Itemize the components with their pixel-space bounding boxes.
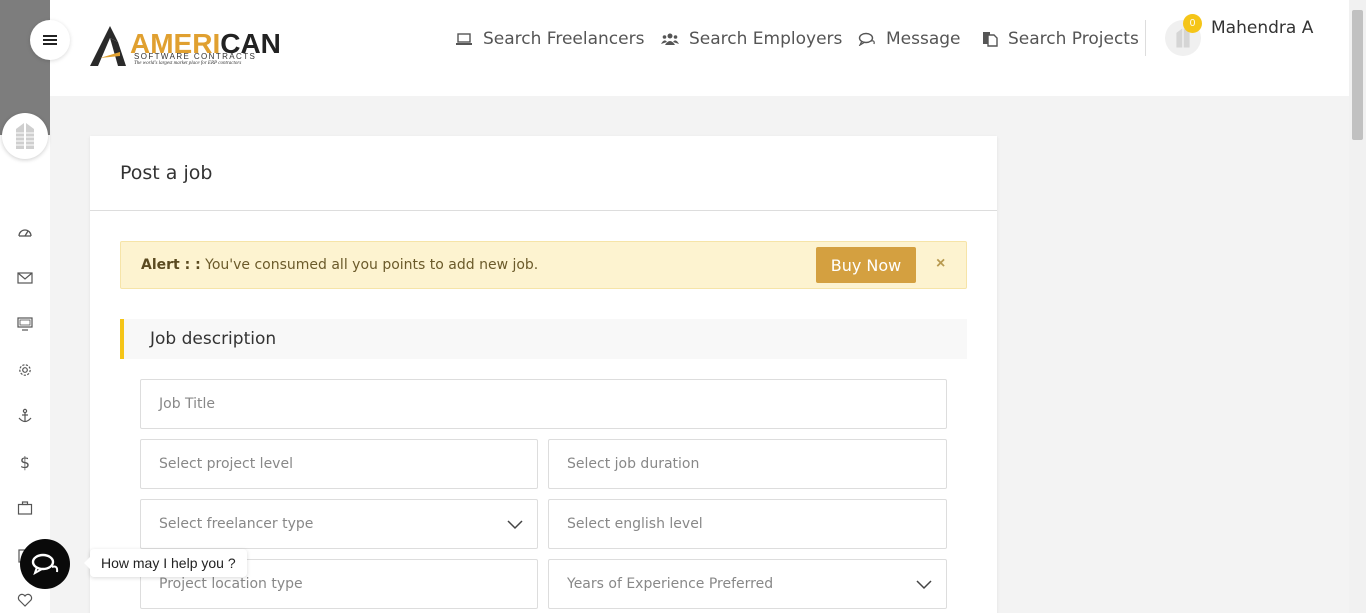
job-description-section: Job description [120, 319, 967, 359]
chat-widget-button[interactable] [20, 539, 70, 589]
nav-search-employers[interactable]: Search Employers [661, 27, 842, 51]
job-duration-placeholder: Select job duration [567, 456, 700, 472]
experience-placeholder: Years of Experience Preferred [567, 576, 774, 592]
experience-select[interactable]: Years of Experience Preferred [548, 559, 947, 609]
building-icon [16, 123, 34, 149]
sidebar: $ [0, 0, 50, 613]
gear-icon[interactable] [15, 360, 35, 380]
nav-search-freelancers[interactable]: Search Freelancers [455, 27, 644, 51]
card-divider [90, 210, 997, 211]
english-level-placeholder: Select english level [567, 516, 703, 532]
logo-mark-icon [90, 26, 126, 66]
chat-bubbles-icon [31, 553, 59, 576]
english-level-select[interactable]: Select english level [548, 499, 947, 549]
anchor-icon[interactable] [15, 406, 35, 426]
menu-toggle-button[interactable] [30, 20, 70, 60]
logo-tagline: The world's largest market place for ERP… [134, 61, 242, 66]
location-type-placeholder: Project location type [159, 576, 303, 592]
users-icon [661, 32, 679, 46]
laptop-icon [455, 32, 473, 46]
sidebar-avatar[interactable] [2, 113, 48, 159]
mail-icon[interactable] [15, 268, 35, 288]
user-name[interactable]: Mahendra A [1211, 18, 1313, 38]
job-title-placeholder: Job Title [159, 396, 216, 412]
monitor-icon[interactable] [15, 314, 35, 334]
header-divider [1145, 20, 1146, 56]
scrollbar-thumb[interactable] [1352, 10, 1363, 140]
nav-label: Message [886, 29, 961, 49]
notification-badge[interactable]: 0 [1183, 14, 1202, 33]
points-alert: Alert : : You've consumed all you points… [120, 241, 967, 289]
alert-close-icon[interactable]: × [936, 255, 945, 273]
brand-logo[interactable]: AMERICAN SOFTWARE CONTRACTS The world's … [90, 24, 281, 72]
project-level-select[interactable]: Select project level [140, 439, 538, 489]
logo-subtitle: SOFTWARE CONTRACTS [134, 52, 257, 61]
buy-now-button[interactable]: Buy Now [816, 247, 916, 283]
dashboard-icon[interactable] [15, 222, 35, 242]
nav-message[interactable]: Message [858, 27, 961, 51]
project-level-placeholder: Select project level [159, 456, 293, 472]
job-title-input[interactable]: Job Title [140, 379, 947, 429]
nav-label: Search Projects [1008, 29, 1139, 49]
hamburger-icon [43, 35, 57, 45]
freelancer-type-placeholder: Select freelancer type [159, 516, 314, 532]
top-header: AMERICAN SOFTWARE CONTRACTS The world's … [50, 0, 1350, 96]
dollar-icon[interactable]: $ [15, 452, 35, 472]
nav-search-projects[interactable]: Search Projects [982, 27, 1139, 51]
documents-icon [982, 31, 998, 47]
page-title: Post a job [120, 162, 213, 184]
section-title: Job description [150, 329, 277, 349]
chat-icon [858, 32, 876, 46]
alert-prefix: Alert : : [141, 257, 201, 273]
job-duration-select[interactable]: Select job duration [548, 439, 947, 489]
nav-label: Search Freelancers [483, 29, 645, 49]
briefcase-icon[interactable] [15, 498, 35, 518]
chevron-down-icon [507, 517, 523, 535]
post-job-card: Post a job Alert : : You've consumed all… [90, 136, 997, 613]
chat-prompt-bubble[interactable]: How may I help you ? [84, 549, 247, 577]
chevron-down-icon [916, 577, 932, 595]
freelancer-type-select[interactable]: Select freelancer type [140, 499, 538, 549]
nav-label: Search Employers [689, 29, 843, 49]
page-scrollbar[interactable] [1349, 0, 1366, 613]
heart-icon[interactable] [15, 590, 35, 610]
alert-message: You've consumed all you points to add ne… [205, 257, 539, 273]
